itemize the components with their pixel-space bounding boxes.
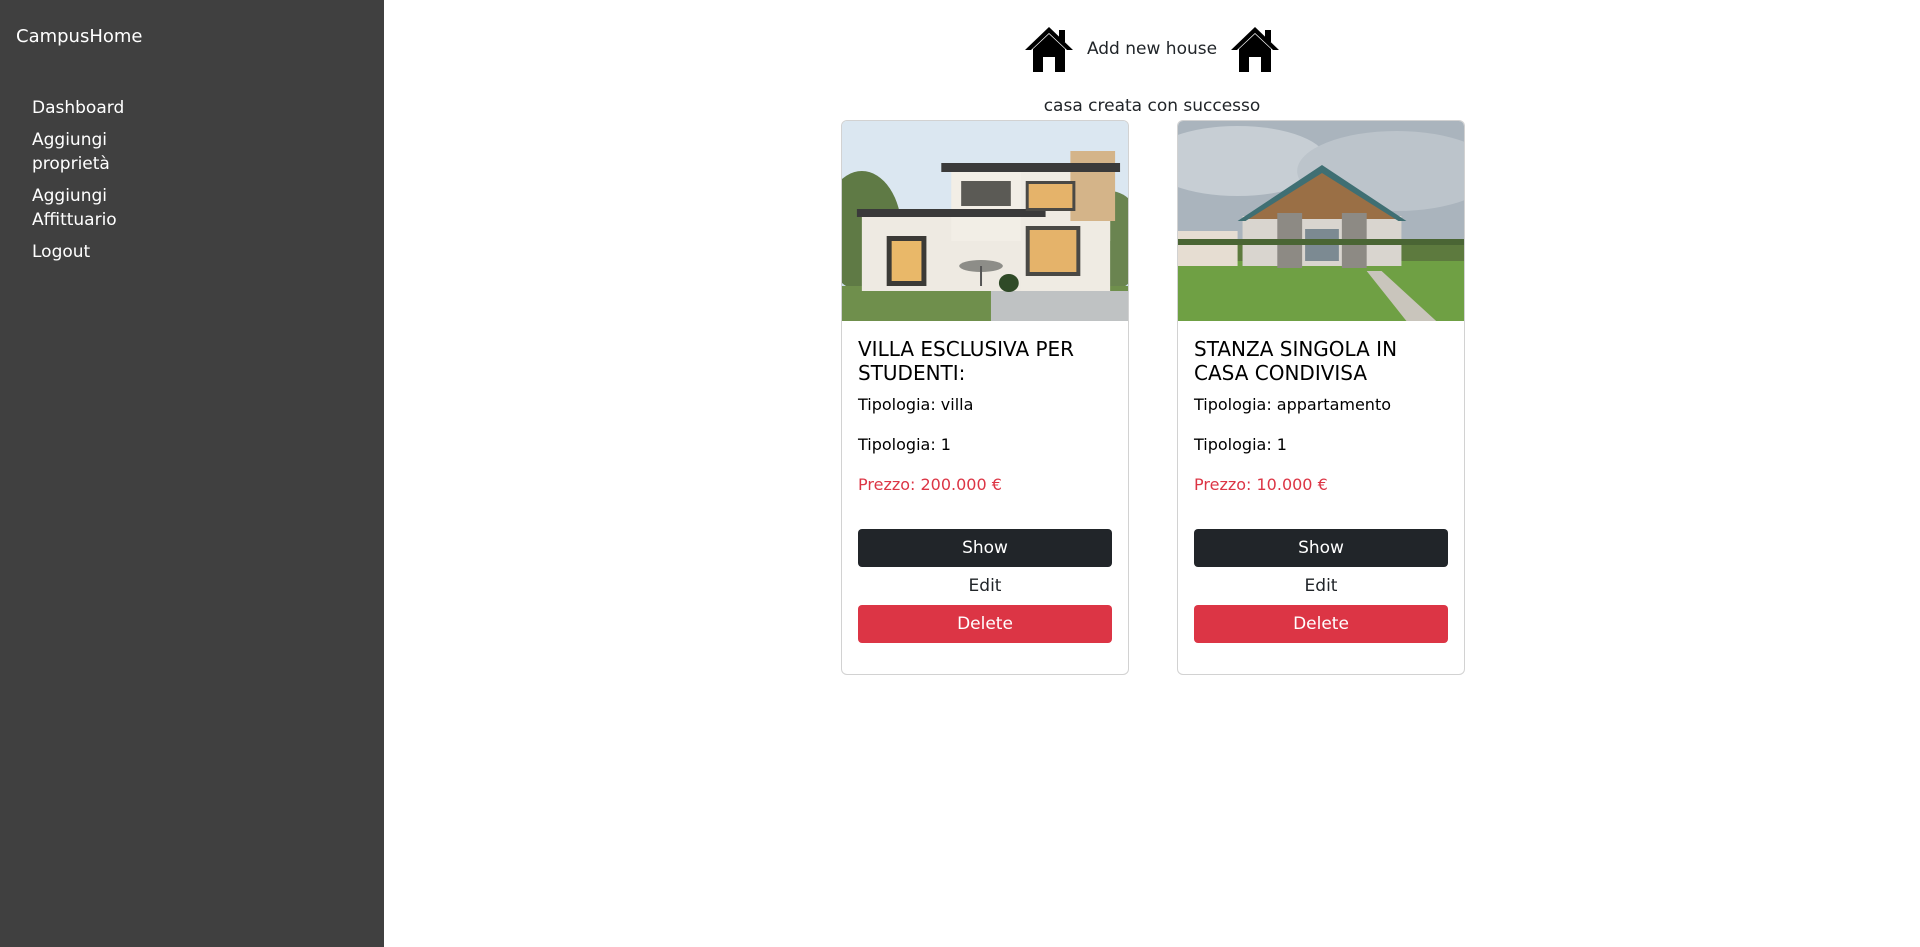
add-house-header: Add new house (1024, 24, 1280, 74)
sidebar-item-logout[interactable]: Logout (32, 240, 182, 264)
house-card: VILLA ESCLUSIVA PER STUDENTI: Tipologia:… (841, 120, 1129, 675)
sidebar-item-add-property[interactable]: Aggiungi proprietà (32, 128, 182, 176)
sidebar: CampusHome Dashboard Aggiungi proprietà … (0, 0, 384, 947)
card-price: Prezzo: 200.000 € (858, 475, 1002, 494)
delete-button[interactable]: Delete (1194, 605, 1448, 643)
show-button[interactable]: Show (858, 529, 1112, 567)
house-icon (1231, 27, 1279, 72)
sidebar-item-dashboard[interactable]: Dashboard (32, 96, 182, 120)
add-new-house-link[interactable]: Add new house (1087, 39, 1217, 59)
house-photo (842, 121, 1128, 321)
card-type-count: Tipologia: 1 (1194, 435, 1287, 454)
edit-button[interactable]: Edit (1194, 567, 1448, 605)
card-type: Tipologia: villa (858, 395, 974, 414)
card-title: VILLA ESCLUSIVA PER STUDENTI: (858, 337, 1075, 385)
sidebar-nav: Dashboard Aggiungi proprietà Aggiungi Af… (32, 96, 182, 272)
house-card: STANZA SINGOLA IN CASA CONDIVISA Tipolog… (1177, 120, 1465, 675)
house-icon (1025, 27, 1073, 72)
card-type-count: Tipologia: 1 (858, 435, 951, 454)
card-type: Tipologia: appartamento (1194, 395, 1391, 414)
house-photo (1178, 121, 1464, 321)
delete-button[interactable]: Delete (858, 605, 1112, 643)
show-button[interactable]: Show (1194, 529, 1448, 567)
brand-name[interactable]: CampusHome (16, 26, 143, 47)
card-price: Prezzo: 10.000 € (1194, 475, 1328, 494)
card-title: STANZA SINGOLA IN CASA CONDIVISA (1194, 337, 1398, 385)
edit-button[interactable]: Edit (858, 567, 1112, 605)
success-message: casa creata con successo (1043, 96, 1261, 116)
sidebar-item-add-tenant[interactable]: Aggiungi Affittuario (32, 184, 182, 232)
